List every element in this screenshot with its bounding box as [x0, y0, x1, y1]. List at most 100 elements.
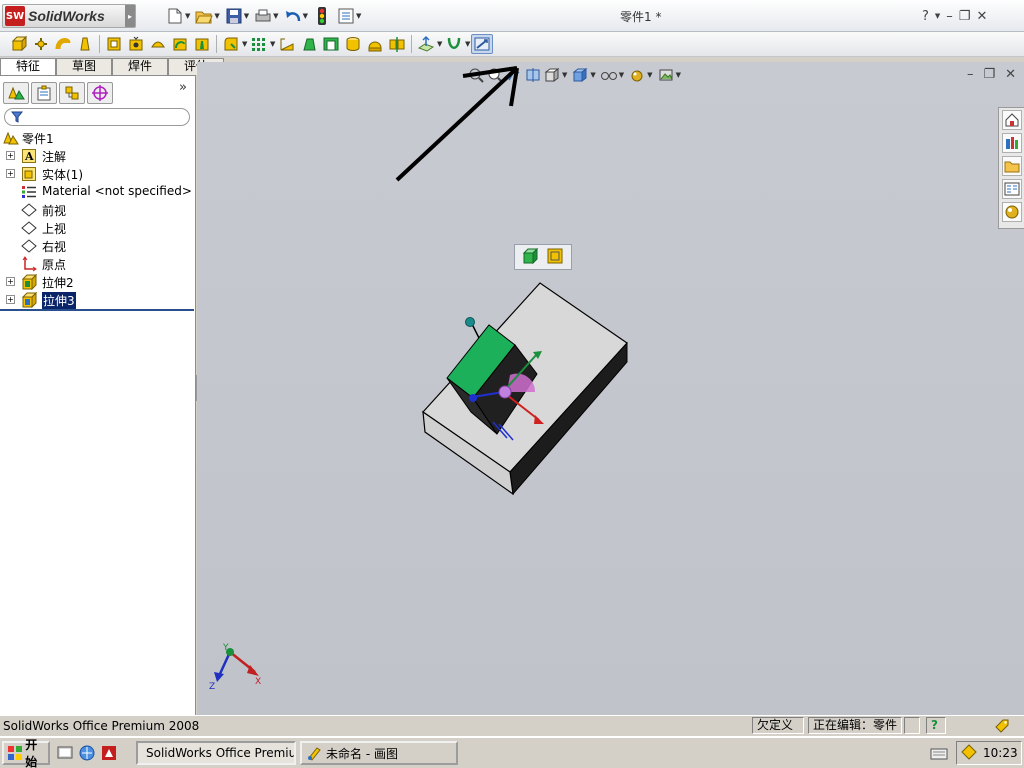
featuremanager-tree-icon[interactable] — [3, 82, 29, 104]
tab-features[interactable]: 特征 — [0, 58, 56, 75]
tab-sketch[interactable]: 草图 — [56, 58, 112, 75]
rotate-handle[interactable] — [465, 317, 475, 327]
save-dropdown-icon[interactable]: ▼ — [244, 12, 249, 20]
configurationmanager-icon[interactable] — [59, 82, 85, 104]
menu-expand-icon: ▸ — [125, 5, 135, 27]
solidworks-menu-button[interactable]: SW SolidWorks ▸ — [2, 4, 136, 28]
triad-x-label: X — [255, 677, 261, 687]
plane-icon — [20, 238, 37, 254]
lofted-boss-icon[interactable] — [74, 34, 96, 54]
plane-icon — [20, 202, 37, 218]
tree-item-top-plane[interactable]: 上视 — [0, 219, 194, 237]
status-separator — [904, 717, 920, 734]
print-icon[interactable] — [254, 7, 272, 25]
tree-root-part[interactable]: 零件1 — [0, 129, 194, 147]
open-file-icon[interactable] — [195, 7, 214, 25]
new-file-icon[interactable] — [166, 7, 184, 25]
app-name: SolidWorks — [28, 8, 105, 24]
quick-access-toolbar: ▼ ▼ ▼ ▼ ▼ ▼ — [166, 6, 366, 26]
tree-item-solid-bodies[interactable]: + 实体(1) — [0, 165, 194, 183]
keyboard-icon[interactable] — [930, 748, 948, 763]
expand-icon[interactable]: + — [6, 277, 15, 286]
help-button[interactable]: ? — [922, 9, 929, 24]
status-tag-icon[interactable] — [994, 718, 1010, 737]
origin-icon — [20, 256, 37, 272]
rebuild-icon[interactable] — [313, 7, 331, 25]
feature-manager-panel: » 零件1 + A 注解 + 实体(1) Material <not speci… — [0, 75, 196, 715]
instant3d-button[interactable] — [471, 34, 493, 54]
start-button[interactable]: 开始 — [2, 738, 50, 768]
solidworks-logo-icon: SW — [5, 6, 25, 26]
open-dropdown-icon[interactable]: ▼ — [214, 12, 219, 20]
help-dropdown-icon[interactable]: ▼ — [935, 12, 940, 20]
fillet-icon[interactable] — [220, 34, 242, 54]
restore-icon[interactable]: ❐ — [959, 9, 971, 24]
linear-pattern-icon[interactable] — [248, 34, 270, 54]
expand-icon[interactable]: + — [6, 295, 15, 304]
tab-weldments[interactable]: 焊件 — [112, 58, 168, 75]
tree-item-extrude2[interactable]: + 拉伸2 — [0, 273, 194, 291]
tree-item-annotations[interactable]: + A 注解 — [0, 147, 194, 165]
manager-tabs — [0, 80, 194, 106]
save-icon[interactable] — [225, 7, 243, 25]
tree-item-front-plane[interactable]: 前视 — [0, 201, 194, 219]
rollback-bar[interactable] — [0, 309, 194, 311]
extrude-feature-icon — [20, 292, 37, 308]
undo-dropdown-icon[interactable]: ▼ — [303, 12, 308, 20]
close-icon[interactable]: ✕ — [976, 9, 987, 24]
plane-icon — [20, 220, 37, 236]
minimize-icon[interactable]: – — [946, 9, 953, 24]
show-desktop-icon[interactable] — [56, 744, 74, 765]
taskbar-item-paint[interactable]: 未命名 - 画图 — [300, 741, 458, 765]
tray-app-icon[interactable] — [961, 743, 977, 763]
hole-wizard-icon[interactable] — [125, 34, 147, 54]
shell-icon[interactable] — [320, 34, 342, 54]
status-editing: 正在编辑：零件 — [808, 717, 902, 734]
wrap-icon[interactable] — [342, 34, 364, 54]
command-manager-tabs: 特征 草图 焊件 评估 — [0, 57, 224, 75]
graphics-area[interactable]: ▼ ▼ ▼ ▼ ▼ – ❐ ✕ X Y Z — [197, 62, 1024, 715]
mirror-icon[interactable] — [386, 34, 408, 54]
tree-item-right-plane[interactable]: 右视 — [0, 237, 194, 255]
revolved-boss-icon[interactable] — [30, 34, 52, 54]
feature-filter-input[interactable] — [4, 108, 190, 126]
extruded-cut-icon[interactable] — [103, 34, 125, 54]
tree-item-origin[interactable]: 原点 — [0, 255, 194, 273]
reference-triad: X Y Z — [209, 643, 261, 692]
solidworks-launch-icon[interactable] — [100, 744, 118, 765]
browser-icon[interactable] — [78, 744, 96, 765]
dimxpertmanager-icon[interactable] — [87, 82, 113, 104]
status-help-button[interactable]: ? — [926, 717, 946, 734]
undo-icon[interactable] — [284, 7, 302, 25]
draft-icon[interactable] — [298, 34, 320, 54]
tree-item-material[interactable]: Material <not specified> — [0, 183, 194, 201]
windows-logo-icon — [8, 746, 22, 760]
title-bar: SW SolidWorks ▸ ▼ ▼ ▼ ▼ ▼ ▼ 零件1 * ? ▼ – … — [0, 0, 1024, 32]
options-dropdown-icon[interactable]: ▼ — [356, 12, 361, 20]
extruded-boss-icon[interactable] — [8, 34, 30, 54]
curves-icon[interactable] — [443, 34, 465, 54]
dome-icon[interactable] — [364, 34, 386, 54]
new-dropdown-icon[interactable]: ▼ — [185, 12, 190, 20]
revolved-cut-icon[interactable] — [147, 34, 169, 54]
part-icon — [2, 130, 19, 146]
taskbar-item-solidworks[interactable]: SolidWorks Office Premiu... — [136, 741, 296, 765]
propertymanager-icon[interactable] — [31, 82, 57, 104]
swept-boss-icon[interactable] — [52, 34, 74, 54]
expand-tabs-button[interactable]: » — [179, 80, 187, 95]
reference-geometry-icon[interactable] — [415, 34, 437, 54]
status-bar: SolidWorks Office Premium 2008 欠定义 正在编辑：… — [0, 715, 1024, 735]
print-dropdown-icon[interactable]: ▼ — [273, 12, 278, 20]
window-title: 零件1 * — [620, 10, 662, 24]
lofted-cut-icon[interactable] — [191, 34, 213, 54]
clock: 10:23 — [983, 746, 1018, 760]
part-model-view[interactable]: X Y Z — [197, 62, 1024, 715]
tree-item-extrude3[interactable]: + 拉伸3 — [0, 291, 194, 309]
expand-icon[interactable]: + — [6, 169, 15, 178]
rib-icon[interactable] — [276, 34, 298, 54]
drag-handle-center[interactable] — [498, 385, 512, 399]
expand-icon[interactable]: + — [6, 151, 15, 160]
swept-cut-icon[interactable] — [169, 34, 191, 54]
triad-y-label: Y — [222, 643, 229, 653]
options-icon[interactable] — [337, 7, 355, 25]
